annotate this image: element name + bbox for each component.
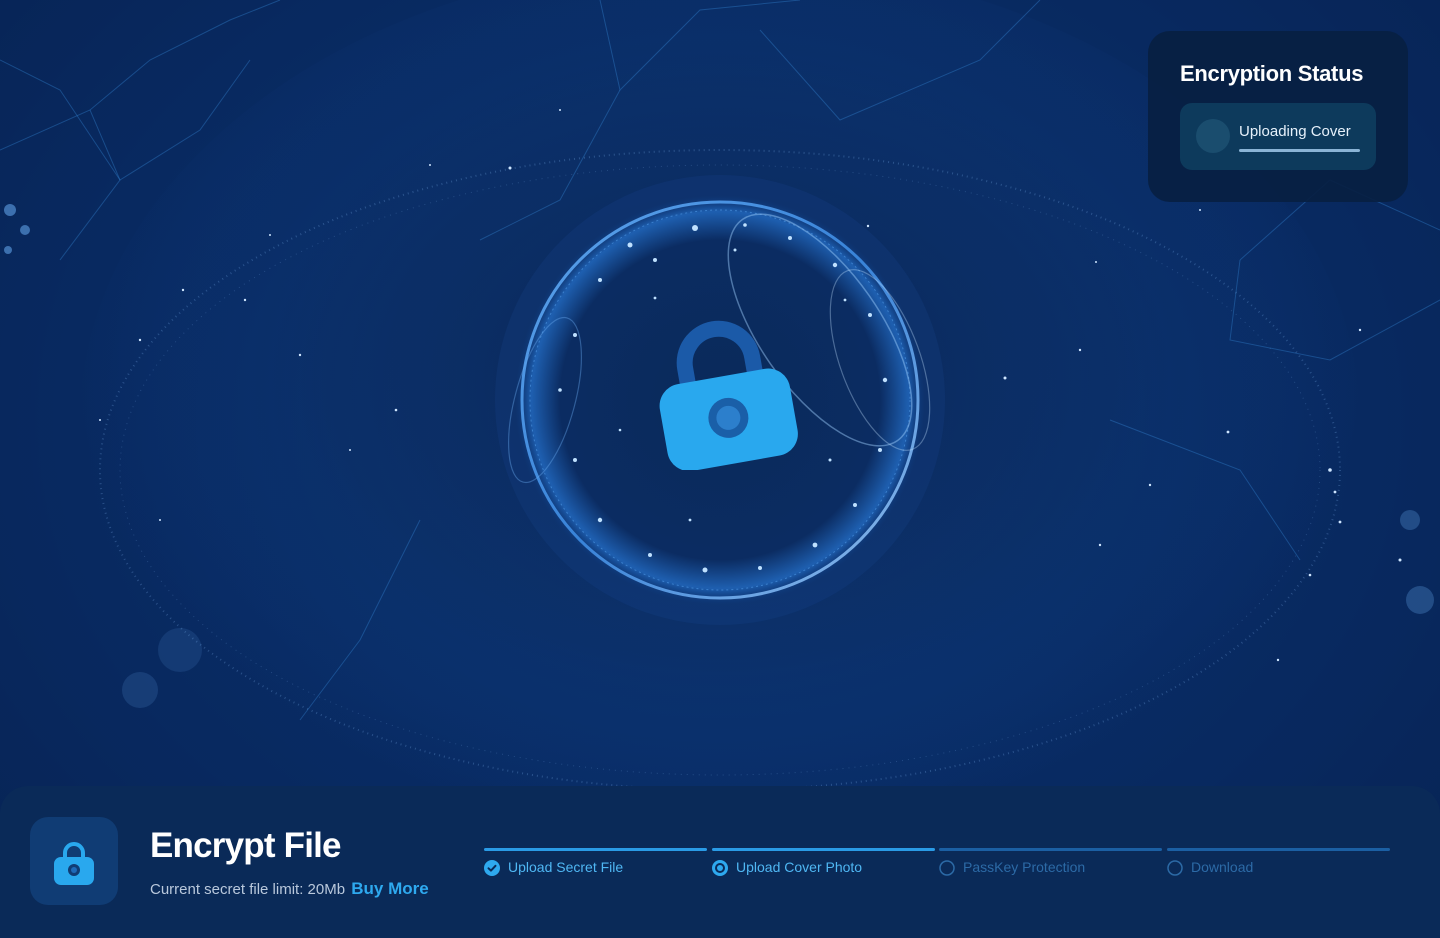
step-progress-line bbox=[939, 848, 1162, 851]
file-limit-label: Current secret file limit: 20Mb bbox=[150, 881, 346, 898]
buy-more-link[interactable]: Buy More bbox=[351, 879, 428, 898]
progress-steps: Upload Secret File Upload Cover Photo Pa… bbox=[484, 848, 1390, 888]
check-circle-icon bbox=[484, 860, 500, 876]
padlock-icon bbox=[655, 320, 800, 472]
empty-circle-icon bbox=[939, 860, 955, 876]
step-label: Upload Cover Photo bbox=[736, 859, 863, 875]
step-upload-secret-file: Upload Secret File bbox=[484, 848, 707, 888]
page-title: Encrypt File bbox=[150, 826, 342, 865]
step-progress-line bbox=[712, 848, 935, 851]
step-passkey-protection: PassKey Protection bbox=[939, 848, 1162, 888]
step-label: Download bbox=[1191, 859, 1254, 875]
step-upload-cover-photo: Upload Cover Photo bbox=[712, 848, 935, 888]
status-current-item: Uploading Cover bbox=[1180, 103, 1376, 170]
radio-current-icon bbox=[712, 860, 728, 876]
step-label: PassKey Protection bbox=[963, 859, 1086, 875]
step-label: Upload Secret File bbox=[508, 859, 624, 875]
app-padlock-icon bbox=[30, 817, 118, 905]
step-progress-line bbox=[1167, 848, 1390, 851]
bottom-bar: Encrypt File Current secret file limit: … bbox=[0, 786, 1440, 938]
file-limit-text: Current secret file limit: 20Mb Buy More bbox=[150, 879, 429, 899]
status-spinner-icon bbox=[1196, 119, 1230, 153]
empty-circle-icon bbox=[1167, 860, 1183, 876]
encryption-screen: Encryption Status Uploading Cover Encryp… bbox=[0, 0, 1440, 938]
step-progress-line bbox=[484, 848, 707, 851]
status-item-label: Uploading Cover bbox=[1239, 123, 1351, 140]
encryption-status-panel: Encryption Status Uploading Cover bbox=[1148, 31, 1408, 202]
step-download: Download bbox=[1167, 848, 1390, 888]
status-panel-title: Encryption Status bbox=[1180, 61, 1364, 86]
status-progress-bar bbox=[1239, 149, 1360, 152]
